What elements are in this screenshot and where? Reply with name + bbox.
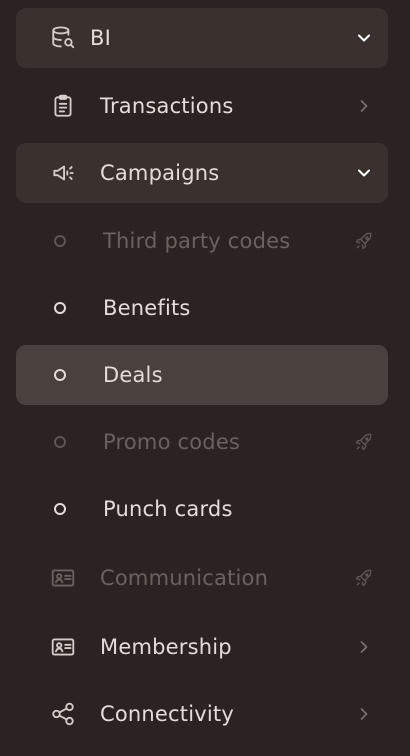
nav-item-label: Deals: [103, 363, 163, 387]
id-card-icon: [48, 563, 78, 593]
nav-item-label: Promo codes: [103, 430, 241, 454]
bullet-icon: [54, 503, 66, 515]
nav-subitem-promo-codes[interactable]: Promo codes: [16, 412, 388, 472]
nav-item-label: Membership: [100, 635, 232, 659]
share-nodes-icon: [48, 699, 78, 729]
bullet-icon: [54, 369, 66, 381]
nav-item-label: Transactions: [100, 94, 234, 118]
nav-subitem-deals[interactable]: Deals: [16, 345, 388, 405]
nav-subitem-benefits[interactable]: Benefits: [16, 278, 388, 338]
nav-item-connectivity[interactable]: Connectivity: [16, 684, 388, 744]
nav-item-transactions[interactable]: Transactions: [16, 76, 388, 136]
chevron-right-icon: [352, 702, 376, 726]
chevron-down-icon[interactable]: [352, 161, 376, 185]
nav-item-bi[interactable]: BI: [16, 8, 388, 68]
nav-item-membership[interactable]: Membership: [16, 617, 388, 677]
clipboard-list-icon: [48, 91, 78, 121]
nav-item-label: Campaigns: [100, 161, 220, 185]
nav-subitem-third-party-codes[interactable]: Third party codes: [16, 211, 388, 271]
nav-item-label: Connectivity: [100, 702, 234, 726]
bullet-icon: [54, 235, 66, 247]
nav-item-label: Third party codes: [103, 229, 291, 253]
rocket-icon: [352, 430, 376, 454]
megaphone-icon: [48, 158, 78, 188]
rocket-icon: [352, 566, 376, 590]
nav-subitem-punch-cards[interactable]: Punch cards: [16, 479, 388, 539]
chevron-down-icon[interactable]: [352, 26, 376, 50]
nav-item-label: Benefits: [103, 296, 191, 320]
nav-item-label: Punch cards: [103, 497, 233, 521]
rocket-icon: [352, 229, 376, 253]
chevron-right-icon: [352, 94, 376, 118]
bullet-icon: [54, 302, 66, 314]
database-search-icon: [48, 23, 78, 53]
id-card-icon: [48, 632, 78, 662]
nav-item-campaigns[interactable]: Campaigns: [16, 143, 388, 203]
sidebar-nav: BI Transactions Campaigns Third party co…: [0, 0, 410, 756]
nav-item-communication[interactable]: Communication: [16, 548, 388, 608]
nav-item-label: BI: [90, 26, 112, 50]
bullet-icon: [54, 436, 66, 448]
chevron-right-icon: [352, 635, 376, 659]
nav-item-label: Communication: [100, 566, 269, 590]
